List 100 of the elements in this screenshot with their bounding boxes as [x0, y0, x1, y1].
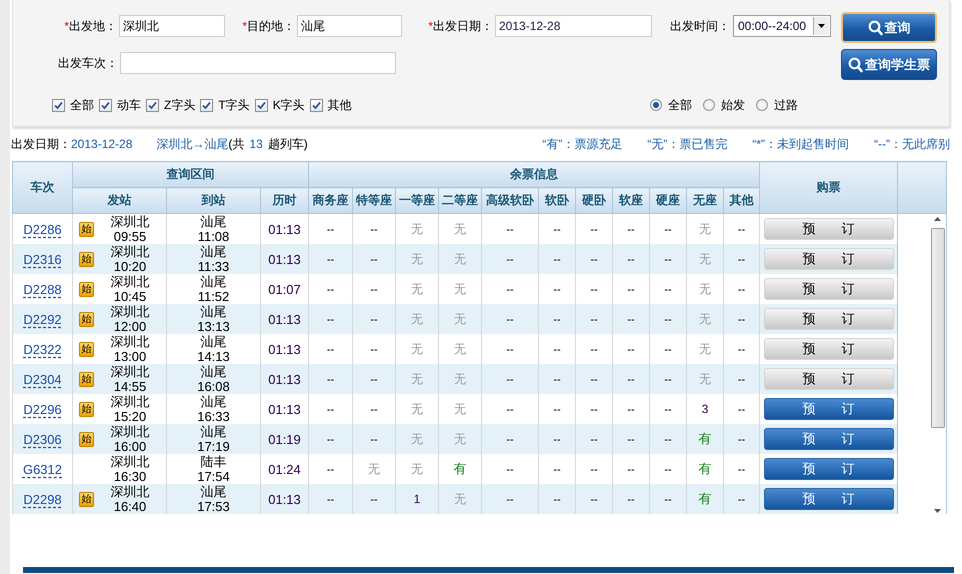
seat-availability: -- [553, 404, 561, 416]
seat-availability: -- [326, 344, 334, 356]
station-name: 陆丰 [200, 454, 226, 469]
station-name: 深圳北 [110, 304, 150, 319]
count-suffix: 趟列车) [268, 136, 308, 152]
seat-availability: 无 [699, 282, 712, 296]
seat-availability: -- [664, 254, 672, 266]
seat-availability: -- [627, 434, 635, 446]
departure-time: 12:00 [114, 319, 146, 334]
checkbox[interactable] [254, 98, 268, 112]
seat-availability: -- [590, 314, 598, 326]
seat-availability: 无 [411, 222, 424, 236]
seat-availability: -- [506, 494, 514, 506]
seat-availability: -- [738, 224, 746, 236]
checkbox[interactable] [99, 98, 112, 112]
seat-availability: -- [370, 494, 378, 506]
group-header: 余票信息 [308, 162, 760, 188]
group-header: 查询区间 [72, 162, 309, 188]
time-dropdown[interactable]: 00:00--24:00 [733, 15, 831, 37]
seat-availability: -- [370, 344, 378, 356]
origin-badge: 始 [79, 492, 94, 506]
seat-availability: -- [326, 314, 334, 326]
caret-icon [813, 17, 829, 35]
radio-button[interactable] [703, 99, 715, 111]
departure-time: 15:20 [114, 409, 146, 424]
station-name: 汕尾 [200, 484, 226, 499]
seat-availability: -- [738, 404, 746, 416]
departure-time: 14:55 [114, 379, 146, 394]
origin-badge: 始 [79, 372, 94, 386]
arrival-time: 16:33 [197, 409, 230, 424]
seat-availability: -- [506, 284, 514, 296]
book-button[interactable]: 预 订 [764, 458, 894, 480]
seat-availability: 无 [411, 252, 424, 266]
train-number-field[interactable] [120, 52, 396, 74]
seat-availability: -- [553, 434, 561, 446]
seat-availability: -- [590, 494, 598, 506]
origin-badge: 始 [79, 282, 94, 296]
origin-badge: 始 [79, 402, 94, 416]
seat-availability: -- [553, 314, 561, 326]
seat-availability: -- [627, 284, 635, 296]
arrival-time: 17:53 [197, 499, 230, 514]
seat-availability: 无 [411, 342, 424, 356]
radio-button[interactable] [756, 99, 768, 111]
seat-availability: 无 [411, 462, 424, 476]
seat-availability: -- [738, 494, 746, 506]
seat-availability: -- [627, 254, 635, 266]
book-button[interactable]: 预 订 [764, 398, 894, 420]
student-search-button[interactable]: 查询学生票 [841, 49, 937, 80]
arrival-time: 11:52 [198, 289, 230, 304]
seat-availability: -- [590, 284, 598, 296]
seat-availability: -- [627, 494, 635, 506]
scroll-down-icon[interactable] [933, 508, 942, 514]
seat-availability: 无 [699, 222, 712, 236]
search-button[interactable]: 查询 [841, 12, 937, 43]
radio-label: 始发 [721, 96, 745, 114]
arrival-time: 16:08 [197, 379, 230, 394]
seat-availability: -- [738, 374, 746, 386]
checkbox[interactable] [200, 98, 214, 112]
seat-availability: -- [506, 224, 514, 236]
legend-text: “有”：票源充足 [542, 136, 622, 152]
checkbox[interactable] [52, 98, 65, 112]
book-button[interactable]: 预 订 [764, 488, 894, 510]
seat-availability: -- [590, 464, 598, 476]
column-header: 发站 [72, 188, 166, 214]
station-name: 汕尾 [200, 244, 226, 259]
column-header: 无座 [686, 188, 724, 214]
date-field[interactable]: 2013-12-28 [495, 15, 652, 37]
seat-availability: 有 [698, 431, 712, 446]
station-field[interactable]: 深圳北 [119, 15, 225, 37]
date-value: 2013-12-28 [71, 137, 132, 151]
route-text: 深圳北→汕尾 [156, 136, 228, 152]
checkbox[interactable] [310, 98, 323, 112]
duration: 01:13 [268, 402, 301, 416]
seat-availability: -- [553, 284, 561, 296]
station-name: 汕尾 [200, 424, 226, 439]
seat-availability: 无 [699, 372, 712, 386]
checkbox-label: T字头 [218, 96, 250, 114]
column-header: 购票 [760, 162, 898, 214]
station-field[interactable]: 汕尾 [297, 15, 402, 37]
radio-button[interactable] [650, 99, 662, 111]
scroll-up-icon[interactable] [933, 216, 942, 222]
book-button[interactable]: 预 订 [764, 428, 894, 450]
seat-availability: 3 [702, 402, 708, 416]
seat-availability: 无 [454, 342, 466, 356]
column-header: 车次 [12, 162, 72, 214]
seat-availability: -- [553, 254, 561, 266]
seat-availability: 无 [454, 282, 466, 296]
seat-availability: 无 [454, 402, 466, 416]
station-name: 深圳北 [110, 244, 150, 259]
train-number-link[interactable]: D2296 [23, 402, 62, 416]
seat-availability: 无 [411, 282, 424, 296]
duration: 01:19 [268, 432, 301, 446]
field-label: 出发车次： [57, 54, 118, 72]
scrollbar[interactable] [929, 216, 946, 514]
seat-availability: -- [664, 494, 672, 506]
checkbox[interactable] [146, 98, 159, 112]
arrival-time: 11:33 [198, 259, 230, 274]
seat-availability: -- [553, 224, 561, 236]
seat-availability: -- [326, 254, 334, 266]
train-number-link[interactable]: G6312 [22, 462, 62, 476]
